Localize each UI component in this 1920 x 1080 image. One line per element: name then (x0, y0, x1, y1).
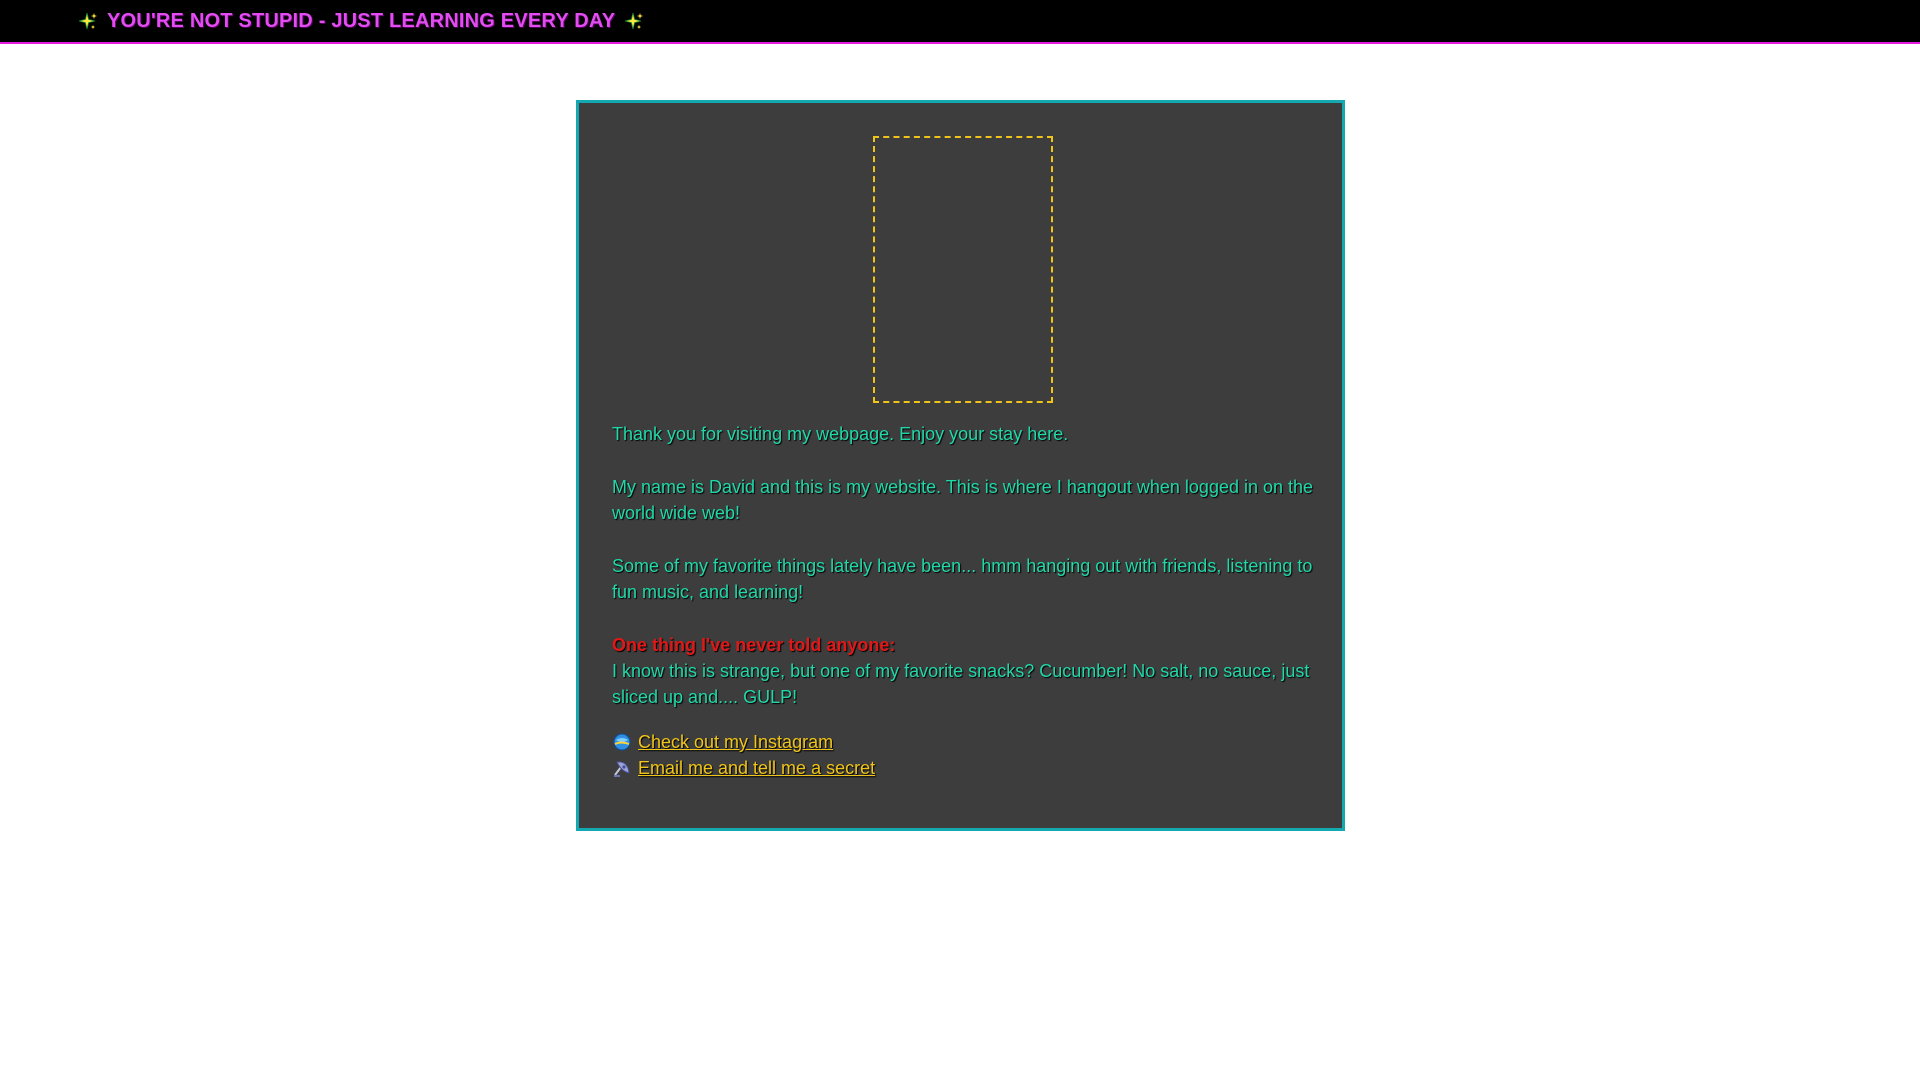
intro-content: Thank you for visiting my webpage. Enjoy… (612, 421, 1317, 710)
sparkle-icon (78, 12, 98, 32)
email-link[interactable]: Email me and tell me a secret (638, 755, 875, 781)
sparkle-icon (624, 12, 644, 32)
instagram-link-row: Check out my Instagram (612, 729, 875, 755)
welcome-paragraph: Thank you for visiting my webpage. Enjoy… (612, 424, 1069, 444)
secret-section: One thing I've never told anyone: I know… (612, 632, 1317, 710)
email-link-row: Email me and tell me a secret (612, 755, 875, 781)
satellite-dish-icon (612, 758, 632, 778)
header-title-group: YOU'RE NOT STUPID - JUST LEARNING EVERY … (78, 10, 644, 33)
site-header: YOU'RE NOT STUPID - JUST LEARNING EVERY … (0, 0, 1920, 44)
main-panel: Thank you for visiting my webpage. Enjoy… (576, 100, 1345, 831)
globe-icon (612, 732, 632, 752)
links-list: Check out my Instagram Email me and tell… (612, 729, 875, 781)
favorites-paragraph: Some of my favorite things lately have b… (612, 556, 1313, 602)
secret-heading: One thing I've never told anyone: (612, 635, 896, 655)
image-placeholder-icon (873, 136, 1053, 403)
site-title: YOU'RE NOT STUPID - JUST LEARNING EVERY … (107, 10, 616, 32)
instagram-link[interactable]: Check out my Instagram (638, 729, 833, 755)
secret-text: I know this is strange, but one of my fa… (612, 661, 1310, 707)
about-paragraph: My name is David and this is my website.… (612, 477, 1314, 523)
